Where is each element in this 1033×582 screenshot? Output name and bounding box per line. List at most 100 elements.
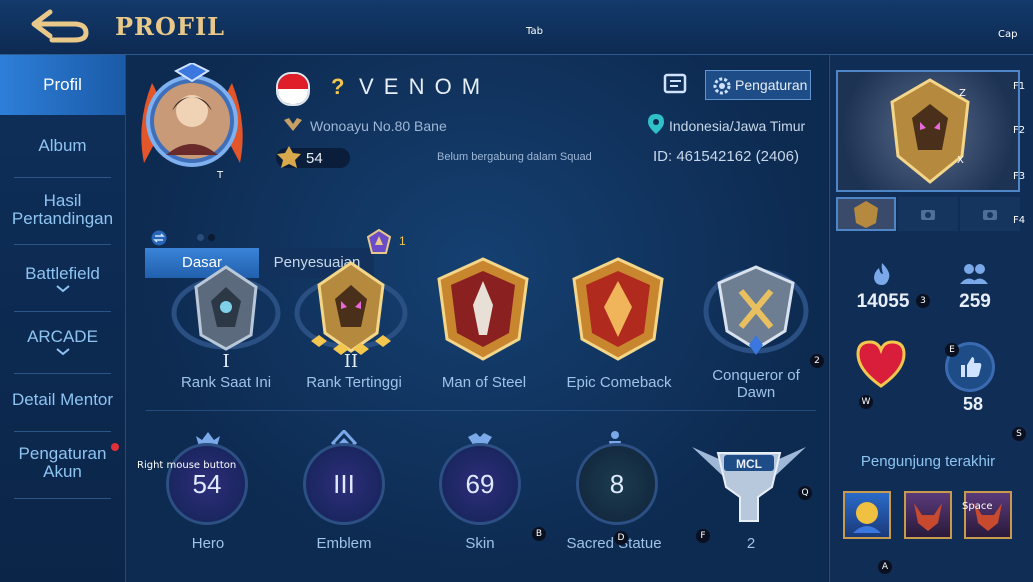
mythic-rank-icon [366, 229, 392, 254]
back-arrow-icon[interactable] [28, 6, 92, 46]
epic-comeback-medal-icon[interactable] [566, 255, 671, 365]
divider [14, 311, 111, 312]
friends-value: 259 [959, 291, 991, 312]
rank-current-tier: I [222, 351, 230, 372]
visitor-avatar[interactable] [843, 491, 891, 539]
divider [14, 373, 111, 374]
location-pin-icon [648, 114, 664, 134]
sidebar-item-battlefield[interactable]: Battlefield [0, 265, 125, 293]
divider [14, 498, 111, 499]
right-panel: 14055 259 58 Pengunjung terakhir [829, 55, 1033, 582]
key-hint-e: E [945, 343, 959, 357]
man-of-steel-medal-icon[interactable] [431, 255, 536, 365]
notification-dot [111, 443, 119, 451]
hero-label: Hero [191, 535, 225, 552]
camera-icon [983, 210, 997, 220]
skin-label: Skin [465, 535, 495, 552]
level-star-icon [277, 146, 301, 168]
popularity-value: 14055 [856, 291, 910, 312]
key-hint-f3: F3 [1013, 171, 1026, 182]
name-prefix: ? [331, 74, 345, 99]
chevron-down-icon [55, 285, 70, 293]
rank-current-label: Rank Saat Ini [180, 374, 272, 391]
rank-highest-label: Rank Tertinggi [306, 374, 402, 391]
top-bar: PROFIL Tab Cap [0, 0, 1033, 55]
conqueror-of-dawn-label: Conqueror of Dawn [712, 367, 800, 401]
conqueror-of-dawn-medal-icon[interactable] [701, 261, 811, 361]
guild-icon [284, 118, 302, 131]
level-value: 54 [306, 150, 323, 167]
sidebar-item-label: Detail Mentor [11, 390, 114, 409]
key-hint-b: B [532, 527, 546, 541]
server-id: (2406) [755, 148, 799, 165]
mythic-emblem-thumb-icon [854, 201, 878, 228]
sidebar-item-detail-mentor[interactable]: Detail Mentor [0, 391, 125, 409]
swap-icon[interactable] [151, 230, 167, 246]
thumbs-up-icon [961, 357, 982, 377]
avatar[interactable]: T [136, 61, 248, 183]
key-hint-f4: F4 [1013, 215, 1026, 226]
sacred-statue-count[interactable]: 8 [576, 443, 658, 525]
man-of-steel-label: Man of Steel [441, 374, 527, 391]
indonesia-flag-icon [276, 72, 310, 106]
location: Indonesia/Jawa Timur [669, 118, 806, 134]
divider [14, 431, 111, 432]
recent-visitors-title: Pengunjung terakhir [860, 453, 996, 470]
key-hint-cap: Cap [998, 29, 1018, 40]
sidebar-item-label: Hasil Pertandingan [11, 191, 114, 228]
skin-count[interactable]: 69 [439, 443, 521, 525]
sidebar-item-pengaturan-akun[interactable]: Pengaturan Akun [0, 445, 125, 481]
page-title: PROFIL [115, 12, 226, 41]
sidebar-item-album[interactable]: Album [0, 137, 125, 155]
mythic-count: 1 [399, 234, 406, 248]
key-hint-space: Space [962, 501, 993, 512]
showcase-slot-3[interactable] [960, 197, 1020, 231]
showcase-slot-1[interactable] [836, 197, 896, 231]
visitor-avatar[interactable] [964, 491, 1012, 539]
visitor-portrait-icon [853, 502, 881, 533]
mcl-trophy-icon[interactable]: MCL [688, 433, 810, 533]
sidebar: Profil Album Hasil Pertandingan Battlefi… [0, 55, 126, 582]
mcl-count: 2 [746, 535, 756, 552]
sidebar-item-arcade[interactable]: ARCADE [0, 328, 125, 356]
settings-button[interactable]: Pengaturan [705, 70, 811, 100]
key-hint-s: S [1012, 427, 1026, 441]
showcase-frame[interactable] [836, 70, 1020, 192]
popularity-flame-icon [874, 263, 890, 285]
divider [14, 244, 111, 245]
page-dot [197, 234, 204, 241]
key-hint-q: Q [798, 486, 812, 500]
sidebar-item-label: Pengaturan Akun [18, 444, 107, 481]
rank-epic-icon[interactable] [171, 257, 281, 357]
key-hint-f: F [696, 529, 710, 543]
sidebar-item-profil[interactable]: Profil [0, 55, 125, 115]
id-value: 461542162 [676, 148, 752, 165]
visitor-avatar[interactable] [904, 491, 952, 539]
hero-count[interactable]: 54 [166, 443, 248, 525]
page-dot [208, 234, 215, 241]
heart-icon[interactable] [854, 338, 908, 390]
squad-status: Belum bergabung dalam Squad [437, 151, 592, 163]
divider [14, 177, 111, 178]
sidebar-item-label: Profil [43, 75, 82, 94]
chevron-down-icon [55, 348, 70, 356]
sidebar-item-hasil-pertandingan[interactable]: Hasil Pertandingan [0, 192, 125, 228]
avatar-frame-icon [141, 61, 243, 167]
guild-name: Wonoayu No.80 Bane [310, 118, 447, 134]
mcl-logo-text: MCL [736, 457, 762, 471]
player-id: ID: 461542162 (2406) [653, 148, 799, 165]
chat-icon[interactable] [663, 72, 689, 98]
key-hint-w: W [859, 395, 873, 409]
divider [146, 410, 816, 411]
key-hint-tab: Tab [526, 26, 543, 37]
camera-icon [921, 210, 935, 220]
key-hint-a: A [878, 560, 892, 574]
visitor-portrait-icon [914, 503, 942, 531]
key-hint-3: 3 [916, 294, 930, 308]
key-hint-2: 2 [810, 354, 824, 368]
key-hint-z: Z [959, 88, 966, 99]
key-hint-x: X [957, 155, 964, 166]
sidebar-item-label: Battlefield [25, 264, 100, 283]
showcase-slot-2[interactable] [898, 197, 958, 231]
emblem-level[interactable]: III [303, 443, 385, 525]
